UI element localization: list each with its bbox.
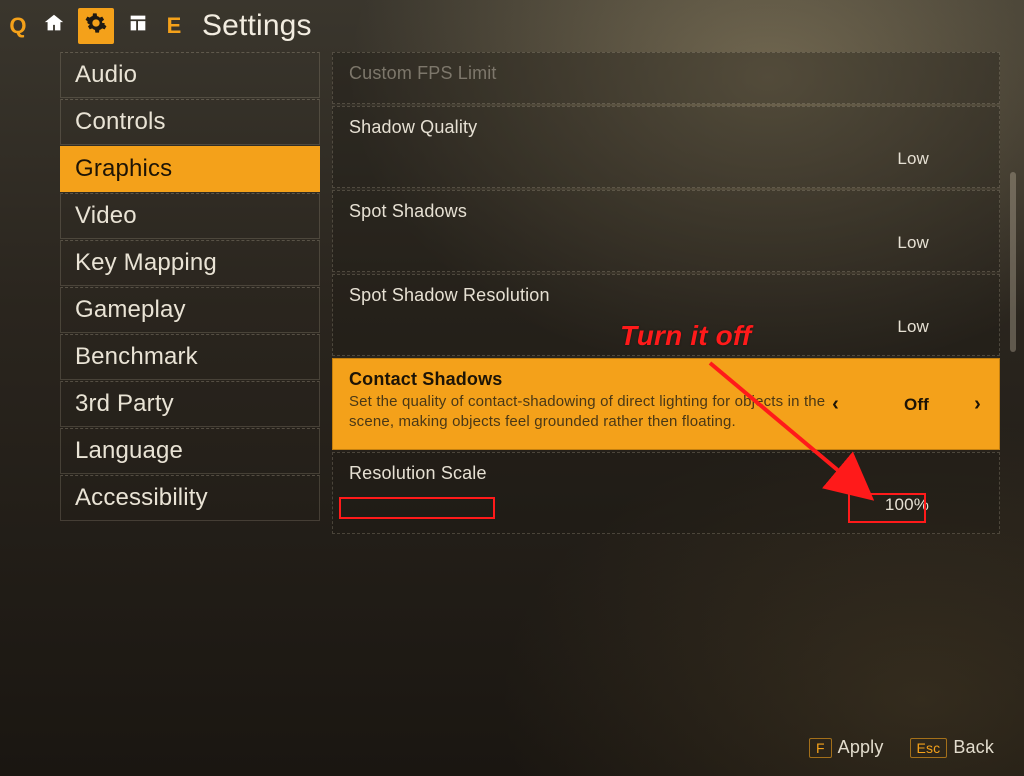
tab-loadout[interactable] — [120, 8, 156, 44]
value-prev-arrow[interactable]: ‹ — [832, 393, 839, 416]
sidebar-item-graphics[interactable]: Graphics — [60, 146, 320, 192]
sidebar-item-label: Language — [75, 437, 183, 465]
sidebar-item-language[interactable]: Language — [60, 428, 320, 474]
sidebar-item-video[interactable]: Video — [60, 193, 320, 239]
setting-description: Set the quality of contact-shadowing of … — [349, 392, 869, 431]
setting-label: Custom FPS Limit — [349, 63, 983, 84]
setting-value: 100% — [885, 495, 929, 515]
settings-category-sidebar: Audio Controls Graphics Video Key Mappin… — [60, 52, 320, 712]
back-label: Back — [953, 737, 994, 758]
sidebar-item-key-mapping[interactable]: Key Mapping — [60, 240, 320, 286]
setting-label: Resolution Scale — [349, 463, 983, 484]
scrollbar-thumb[interactable] — [1010, 172, 1016, 352]
sidebar-item-label: Gameplay — [75, 296, 186, 324]
setting-row-contact-shadows[interactable]: Contact Shadows Set the quality of conta… — [332, 358, 1000, 450]
setting-row-spot-shadows[interactable]: Spot Shadows Low — [332, 190, 1000, 272]
value-next-arrow[interactable]: › — [974, 393, 981, 416]
sidebar-item-accessibility[interactable]: Accessibility — [60, 475, 320, 521]
back-hotkey: Esc — [910, 738, 948, 758]
setting-row-custom-fps-limit[interactable]: Custom FPS Limit — [332, 52, 1000, 104]
setting-label: Spot Shadow Resolution — [349, 285, 983, 306]
setting-row-shadow-quality[interactable]: Shadow Quality Low — [332, 106, 1000, 188]
setting-value: Off — [904, 395, 929, 415]
home-icon — [43, 12, 65, 40]
apply-hotkey: F — [809, 738, 832, 758]
content-area: Audio Controls Graphics Video Key Mappin… — [0, 52, 1024, 712]
apply-label: Apply — [838, 737, 884, 758]
sidebar-item-label: Controls — [75, 108, 166, 136]
next-tab-hotkey: E — [162, 13, 186, 39]
setting-row-spot-shadow-resolution[interactable]: Spot Shadow Resolution Low — [332, 274, 1000, 356]
setting-value: Low — [897, 317, 929, 337]
tab-home[interactable] — [36, 8, 72, 44]
sidebar-item-gameplay[interactable]: Gameplay — [60, 287, 320, 333]
sidebar-item-label: Key Mapping — [75, 249, 217, 277]
sidebar-item-benchmark[interactable]: Benchmark — [60, 334, 320, 380]
sidebar-item-label: Graphics — [75, 155, 172, 183]
setting-label: Contact Shadows — [349, 369, 983, 390]
sidebar-item-label: Audio — [75, 61, 137, 89]
setting-value: Low — [897, 149, 929, 169]
setting-label: Shadow Quality — [349, 117, 983, 138]
topbar: Q E Settings — [0, 0, 1024, 52]
sidebar-item-audio[interactable]: Audio — [60, 52, 320, 98]
footer-actions: F Apply Esc Back — [809, 737, 994, 758]
back-button[interactable]: Esc Back — [910, 737, 995, 758]
setting-value: Low — [897, 233, 929, 253]
page-title: Settings — [202, 9, 312, 43]
tab-settings[interactable] — [78, 8, 114, 44]
setting-row-resolution-scale[interactable]: Resolution Scale 100% — [332, 452, 1000, 534]
sidebar-item-label: 3rd Party — [75, 390, 174, 418]
prev-tab-hotkey: Q — [6, 13, 30, 39]
sidebar-item-label: Benchmark — [75, 343, 198, 371]
sidebar-item-label: Video — [75, 202, 137, 230]
sidebar-item-controls[interactable]: Controls — [60, 99, 320, 145]
setting-label: Spot Shadows — [349, 201, 983, 222]
panel-icon — [127, 12, 149, 40]
sidebar-item-label: Accessibility — [75, 484, 208, 512]
apply-button[interactable]: F Apply — [809, 737, 884, 758]
settings-panel: Custom FPS Limit Shadow Quality Low Spot… — [320, 52, 1024, 712]
gear-icon — [85, 12, 107, 40]
sidebar-item-3rd-party[interactable]: 3rd Party — [60, 381, 320, 427]
